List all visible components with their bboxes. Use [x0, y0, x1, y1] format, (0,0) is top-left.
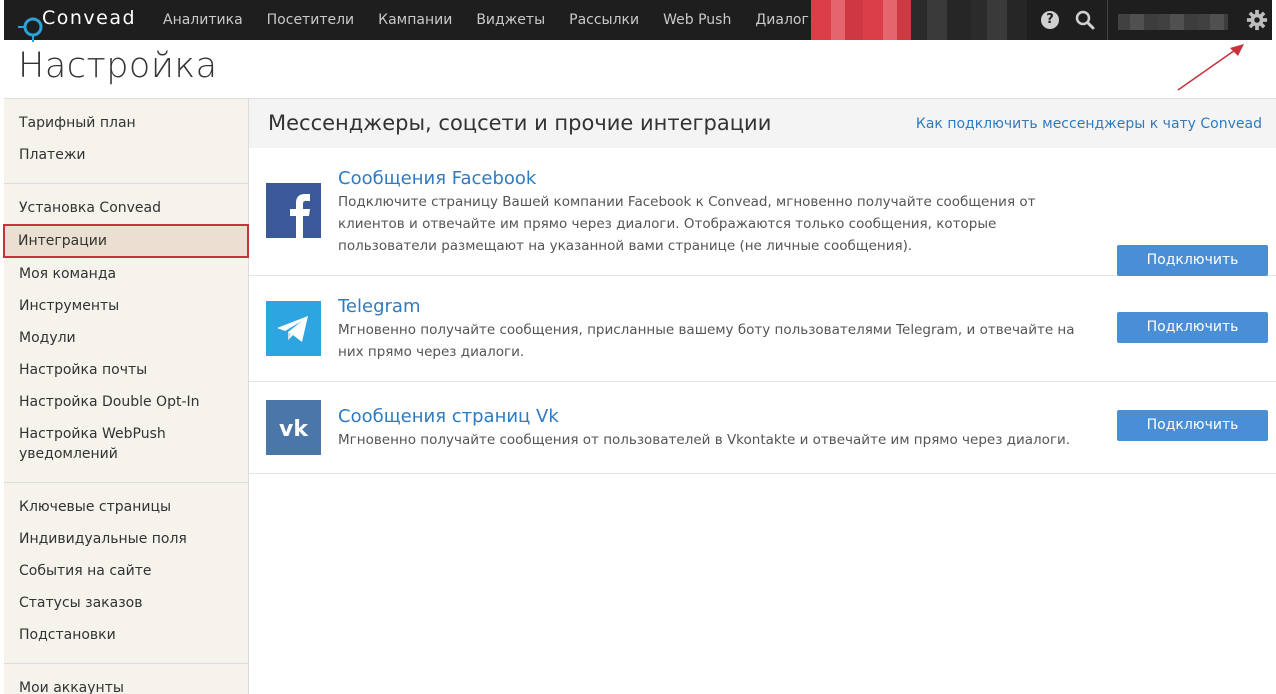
sidebar-item-install[interactable]: Установка Convead	[4, 192, 248, 224]
sidebar-group-setup: Установка Convead Интеграции Моя команда…	[3, 184, 249, 483]
page-title: Настройка	[18, 46, 218, 86]
sidebar-item-substitutions[interactable]: Подстановки	[4, 619, 248, 651]
panel-title: Мессенджеры, соцсети и прочие интеграции	[268, 111, 772, 135]
integration-description-telegram: Мгновенно получайте сообщения, присланны…	[338, 322, 1075, 360]
integration-title-telegram[interactable]: Telegram	[338, 296, 420, 317]
nav-item-analytics[interactable]: Аналитика	[163, 0, 255, 40]
integration-facebook: Сообщения Facebook Подключите страницу В…	[249, 148, 1276, 276]
sidebar-item-key-pages[interactable]: Ключевые страницы	[4, 491, 248, 523]
nav-item-mailings[interactable]: Рассылки	[557, 0, 651, 40]
sidebar-item-double-opt-in[interactable]: Настройка Double Opt-In	[4, 386, 248, 418]
nav-item-campaigns[interactable]: Кампании	[366, 0, 464, 40]
sidebar-group-accounts: Мои аккаунты	[4, 664, 248, 694]
sidebar-item-order-statuses[interactable]: Статусы заказов	[4, 587, 248, 619]
redacted-area	[911, 0, 1027, 40]
logo-text: Convead	[42, 7, 137, 29]
sidebar-item-payments[interactable]: Платежи	[4, 139, 248, 171]
sidebar-item-tools[interactable]: Инструменты	[4, 290, 248, 322]
toolbar-divider	[1107, 0, 1108, 40]
search-icon[interactable]	[1075, 10, 1095, 30]
connect-telegram-button[interactable]: Подключить	[1117, 312, 1268, 343]
integration-title-vk[interactable]: Сообщения страниц Vk	[338, 406, 559, 427]
sidebar-item-custom-fields[interactable]: Индивидуальные поля	[4, 523, 248, 555]
integration-telegram: Telegram Мгновенно получайте сообщения, …	[249, 276, 1276, 382]
gear-icon[interactable]	[1246, 9, 1268, 31]
integration-vk: vk Сообщения страниц Vk Мгновенно получа…	[249, 382, 1276, 474]
nav-item-dialogs[interactable]: Диалог	[743, 0, 820, 40]
svg-text:vk: vk	[279, 417, 309, 442]
sidebar-group-data: Ключевые страницы Индивидуальные поля Со…	[4, 483, 248, 664]
nav-item-visitors[interactable]: Посетители	[255, 0, 366, 40]
sidebar-item-site-events[interactable]: События на сайте	[4, 555, 248, 587]
integration-title-facebook[interactable]: Сообщения Facebook	[338, 168, 536, 189]
redacted-user-account[interactable]	[1118, 14, 1228, 30]
redacted-notification-area	[811, 0, 911, 40]
help-icon[interactable]: ?	[1041, 11, 1059, 29]
sidebar-item-modules[interactable]: Модули	[4, 322, 248, 354]
settings-sidebar: Тарифный план Платежи Установка Convead …	[3, 98, 249, 694]
vk-icon: vk	[266, 400, 321, 455]
integration-description-vk: Мгновенно получайте сообщения от пользов…	[338, 432, 1071, 448]
facebook-icon	[266, 183, 321, 238]
top-navigation-bar: Convead Аналитика Посетители Кампании Ви…	[4, 0, 1272, 42]
telegram-icon	[266, 301, 321, 356]
annotation-arrow	[1177, 44, 1244, 91]
sidebar-item-integrations[interactable]: Интеграции	[3, 224, 249, 258]
sidebar-group-billing: Тарифный план Платежи	[4, 99, 248, 184]
sidebar-item-team[interactable]: Моя команда	[4, 258, 248, 290]
integration-description-facebook: Подключите страницу Вашей компании Faceb…	[338, 194, 1036, 254]
toolbar-icons: ?	[1027, 0, 1107, 40]
connect-vk-button[interactable]: Подключить	[1117, 410, 1268, 441]
main-nav: Аналитика Посетители Кампании Виджеты Ра…	[163, 0, 821, 40]
sidebar-item-webpush-notifications[interactable]: Настройка WebPush уведомлений	[4, 418, 248, 470]
nav-item-widgets[interactable]: Виджеты	[464, 0, 557, 40]
integrations-panel: Мессенджеры, соцсети и прочие интеграции…	[249, 98, 1276, 694]
help-link-messengers[interactable]: Как подключить мессенджеры к чату Convea…	[916, 116, 1262, 132]
convead-logo[interactable]: Convead	[18, 6, 148, 42]
sidebar-item-tariff-plan[interactable]: Тарифный план	[4, 107, 248, 139]
nav-item-web-push[interactable]: Web Push	[651, 0, 743, 40]
sidebar-item-mail-settings[interactable]: Настройка почты	[4, 354, 248, 386]
sidebar-item-my-accounts[interactable]: Мои аккаунты	[4, 672, 248, 694]
panel-header: Мессенджеры, соцсети и прочие интеграции…	[249, 98, 1276, 148]
connect-facebook-button[interactable]: Подключить	[1117, 245, 1268, 276]
